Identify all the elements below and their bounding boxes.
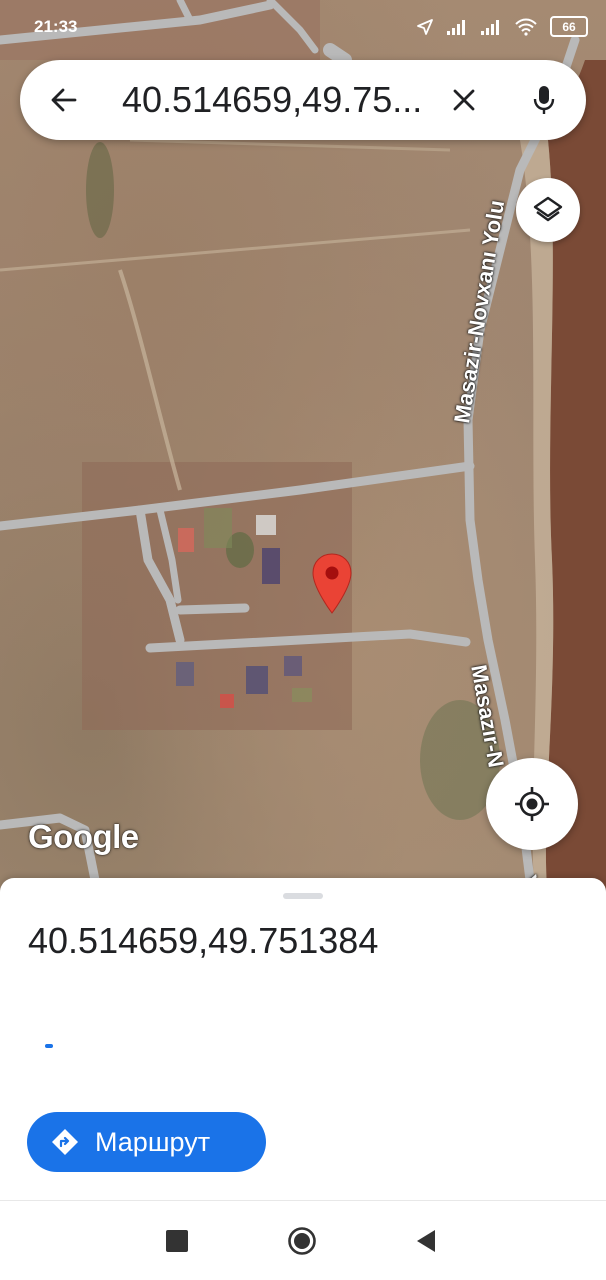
place-sheet[interactable]: 40.514659,49.751384 Маршрут	[0, 878, 606, 1200]
signal-icon	[447, 19, 465, 35]
battery-icon: 66	[550, 16, 588, 37]
search-input[interactable]: 40.514659,49.75...	[122, 80, 452, 120]
arrow-left-icon	[51, 88, 77, 112]
system-nav-bar	[0, 1200, 606, 1280]
location-pin-icon[interactable]	[311, 553, 353, 615]
loading-indicator	[45, 1044, 53, 1048]
navigation-arrow-icon	[417, 18, 433, 35]
my-location-icon	[515, 787, 549, 821]
status-bar: 21:33 66	[0, 0, 606, 56]
recent-apps-icon[interactable]	[166, 1230, 188, 1252]
clear-search-button[interactable]	[444, 80, 484, 120]
wifi-icon	[515, 18, 537, 36]
route-button[interactable]: Маршрут	[27, 1112, 266, 1172]
microphone-icon	[533, 86, 555, 114]
signal-icon	[481, 19, 499, 35]
back-icon[interactable]	[415, 1228, 437, 1254]
layers-button[interactable]	[516, 178, 580, 242]
back-button[interactable]	[44, 80, 84, 120]
road	[0, 461, 475, 531]
maps-screen: Masazir-Novxanı Yolu Masazır-N Y Google	[0, 0, 606, 1280]
status-icons: 66	[416, 16, 588, 37]
route-button-label: Маршрут	[95, 1127, 211, 1157]
layers-icon	[533, 196, 563, 222]
directions-icon	[52, 1129, 78, 1155]
home-icon[interactable]	[287, 1226, 317, 1256]
sheet-drag-handle[interactable]	[283, 893, 323, 899]
google-attribution: Google	[28, 818, 139, 855]
place-title: 40.514659,49.751384	[28, 920, 379, 961]
search-bar[interactable]: 40.514659,49.75...	[20, 60, 586, 140]
status-time: 21:33	[34, 17, 78, 36]
close-icon	[453, 89, 475, 111]
road	[145, 629, 471, 653]
voice-search-button[interactable]	[524, 80, 564, 120]
my-location-button[interactable]	[486, 758, 578, 850]
